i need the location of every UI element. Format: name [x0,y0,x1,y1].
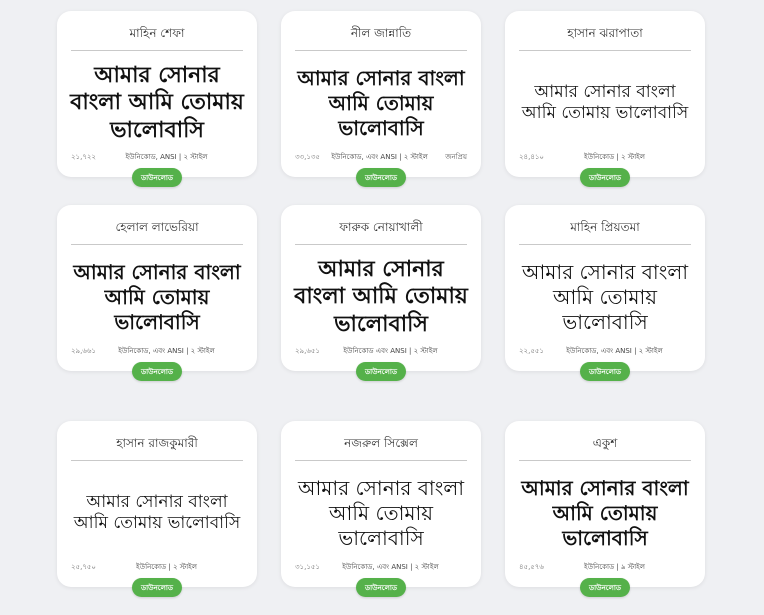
font-license: ইউনিকোড | ২ স্টাইল [583,153,645,161]
font-meta: ২১,৭২২ ইউনিকোড, ANSI | ২ স্টাইল [71,151,243,163]
download-count: ২১,৭২২ [71,153,96,161]
font-license: ইউনিকোড | ২ স্টাইল [135,563,197,571]
download-button[interactable]: ডাউনলোড [132,362,182,381]
font-card-5[interactable]: ফারুক নোয়াখালী আমার সোনার বাংলা আমি তোম… [281,205,481,381]
download-button[interactable]: ডাউনলোড [356,362,406,381]
font-meta: ৩৩,১৩৫ ইউনিকোড, এবং ANSI | ২ স্টাইল জনপ্… [295,151,467,163]
download-button[interactable]: ডাউনলোড [132,578,182,597]
font-sample: আমার সোনার বাংলা আমি তোমায় ভালোবাসি [297,65,465,140]
font-license: ইউনিকোড, এবং ANSI | ২ স্টাইল [566,347,663,355]
font-card-2[interactable]: নীল জান্নাতি আমার সোনার বাংলা আমি তোমায়… [281,11,481,187]
font-sample: আমার সোনার বাংলা আমি তোমায় ভালোবাসি [73,259,241,334]
font-card-6[interactable]: মাহিন প্রিয়তমা আমার সোনার বাংলা আমি তোম… [505,205,705,381]
font-name[interactable]: হাসান রাজকুমারী [71,430,243,461]
font-name[interactable]: মাহিন প্রিয়তমা [519,214,691,245]
font-license: ইউনিকোড | ৯ স্টাইল [583,563,645,571]
font-meta: ২২,৫৫১ ইউনিকোড, এবং ANSI | ২ স্টাইল [519,345,691,357]
download-count: ২৯,৬৬১ [71,347,96,355]
font-name[interactable]: হেলাল লাভেরিয়া [71,214,243,245]
download-button[interactable]: ডাউনলোড [356,168,406,187]
font-card-8[interactable]: নজরুল সিক্সেল আমার সোনার বাংলা আমি তোমায… [281,421,481,597]
download-button[interactable]: ডাউনলোড [580,168,630,187]
font-sample: আমার সোনার বাংলা আমি তোমায় ভালোবাসি [297,475,465,550]
font-name[interactable]: নীল জান্নাতি [295,20,467,51]
font-name[interactable]: ফারুক নোয়াখালী [295,214,467,245]
font-card-9[interactable]: একুশ আমার সোনার বাংলা আমি তোমায় ভালোবাস… [505,421,705,597]
font-name[interactable]: মাহিন শেফা [71,20,243,51]
download-count: ৩১,১৫১ [295,563,320,571]
font-card-4[interactable]: হেলাল লাভেরিয়া আমার সোনার বাংলা আমি তোম… [57,205,257,381]
font-license: ইউনিকোড, ANSI | ২ স্টাইল [125,153,208,161]
font-name[interactable]: নজরুল সিক্সেল [295,430,467,461]
download-count: ২৫,৭৫০ [71,563,96,571]
font-meta: ২৪,৪১০ ইউনিকোড | ২ স্টাইল [519,151,691,163]
download-button[interactable]: ডাউনলোড [580,578,630,597]
font-sample: আমার সোনার বাংলা আমি তোমায় ভালোবাসি [521,475,689,550]
font-sample: আমার সোনার বাংলা আমি তোমায় ভালোবাসি [521,259,689,334]
font-meta: ৪৫,৫৭৬ ইউনিকোড | ৯ স্টাইল [519,561,691,573]
font-meta: ২৯,৬৬১ ইউনিকোড, এবং ANSI | ২ স্টাইল [71,345,243,357]
download-button[interactable]: ডাউনলোড [132,168,182,187]
download-count: ২৪,৪১০ [519,153,544,161]
font-meta: ২৫,৭৫০ ইউনিকোড | ২ স্টাইল [71,561,243,573]
font-card-3[interactable]: হাসান ঝরাপাতা আমার সোনার বাংলা আমি তোমায… [505,11,705,187]
font-license: ইউনিকোড, এবং ANSI | ২ স্টাইল [118,347,215,355]
font-name[interactable]: একুশ [519,430,691,461]
font-meta: ২৯,৬৫১ ইউনিকোড এবং ANSI | ২ স্টাইল [295,345,467,357]
download-count: ২৯,৬৫১ [295,347,320,355]
font-sample: আমার সোনার বাংলা আমি তোমায় ভালোবাসি [73,491,241,533]
font-meta: ৩১,১৫১ ইউনিকোড, এবং ANSI | ২ স্টাইল [295,561,467,573]
font-card-1[interactable]: মাহিন শেফা আমার সোনার বাংলা আমি তোমায় ভ… [57,11,257,187]
font-license: ইউনিকোড, এবং ANSI | ২ স্টাইল [342,563,439,571]
font-sample: আমার সোনার বাংলা আমি তোমায় ভালোবাসি [521,81,689,123]
download-button[interactable]: ডাউনলোড [580,362,630,381]
font-sample: আমার সোনার বাংলা আমি তোমায় ভালোবাসি [294,256,468,337]
download-count: ৪৫,৫৭৬ [519,563,544,571]
font-license: ইউনিকোড, এবং ANSI | ২ স্টাইল [331,153,428,161]
download-count: ৩৩,১৩৫ [295,153,320,161]
popular-badge: জনপ্রিয় [445,153,467,161]
font-name[interactable]: হাসান ঝরাপাতা [519,20,691,51]
download-count: ২২,৫৫১ [519,347,544,355]
download-button[interactable]: ডাউনলোড [356,578,406,597]
font-license: ইউনিকোড এবং ANSI | ২ স্টাইল [343,347,438,355]
font-card-7[interactable]: হাসান রাজকুমারী আমার সোনার বাংলা আমি তোম… [57,421,257,597]
font-sample: আমার সোনার বাংলা আমি তোমায় ভালোবাসি [70,62,244,143]
